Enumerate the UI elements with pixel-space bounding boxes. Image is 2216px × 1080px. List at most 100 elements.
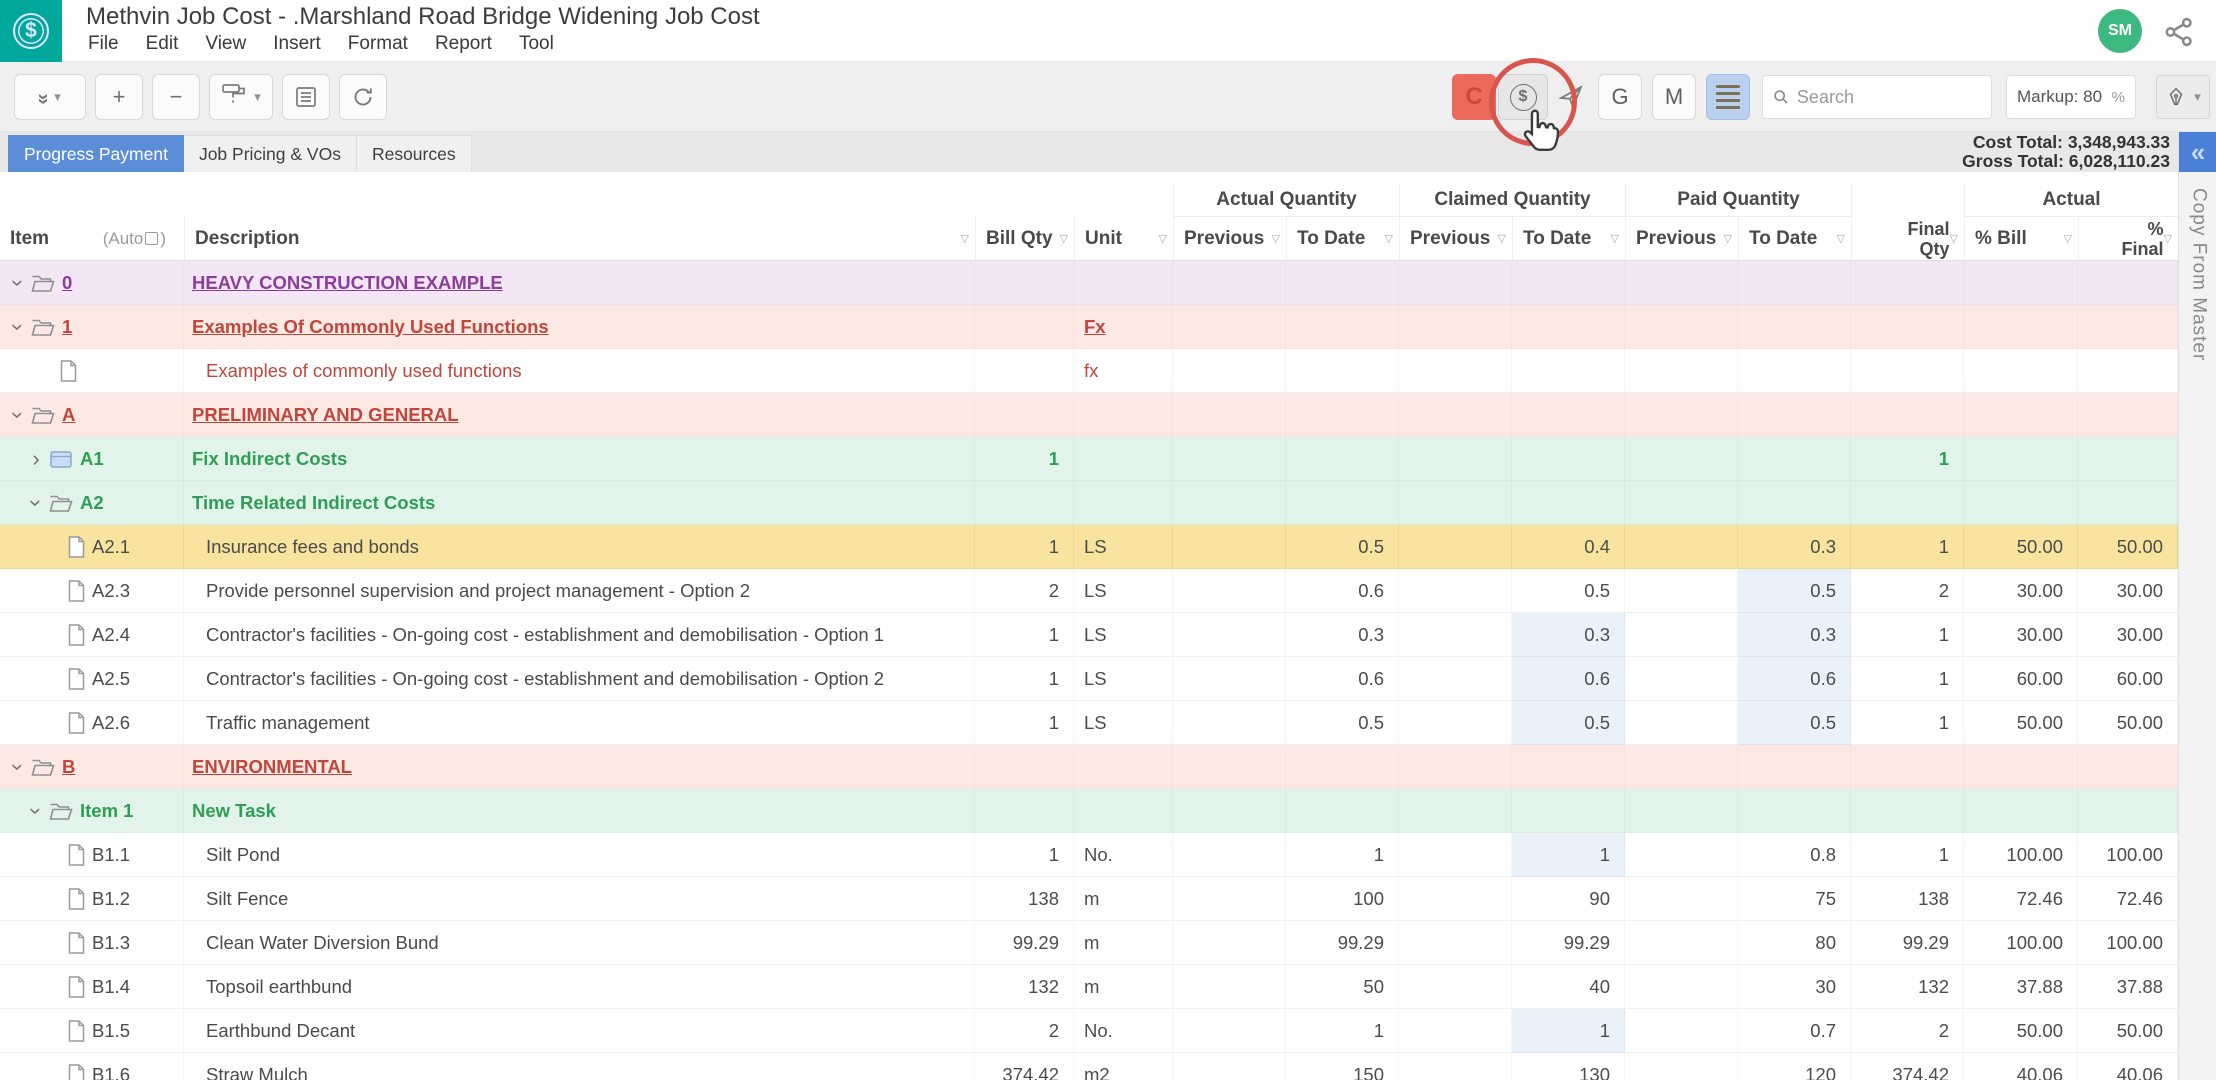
table-row[interactable]: B1.3 Clean Water Diversion Bund 99.29 m 99.2… [0,921,2178,965]
cell-paid-to-date[interactable] [1738,393,1851,437]
cell-claimed-previous[interactable] [1399,1009,1512,1053]
cell-paid-to-date[interactable]: 80 [1738,921,1851,965]
cell-actual-previous[interactable] [1173,1009,1286,1053]
cell-item[interactable] [0,349,184,393]
cell-actual-to-date[interactable] [1286,393,1399,437]
cell-paid-previous[interactable] [1625,657,1738,701]
cell-final-qty[interactable]: 99.29 [1851,921,1964,965]
cell-pct-final[interactable]: 50.00 [2078,1009,2178,1053]
cell-pct-final[interactable] [2078,261,2178,305]
column-header-pct-final[interactable]: % Final ▽ [2078,217,2178,260]
filter-icon[interactable]: ▽ [1837,232,1845,245]
column-header-final-qty[interactable]: Final Qty ▽ [1851,217,1964,260]
cell-actual-previous[interactable] [1173,525,1286,569]
cell-description[interactable]: Insurance fees and bonds [184,525,975,569]
cell-final-qty[interactable]: 374.42 [1851,1053,1964,1080]
cell-pct-bill[interactable] [1964,745,2078,789]
cell-claimed-to-date[interactable]: 90 [1512,877,1625,921]
cell-actual-previous[interactable] [1173,789,1286,833]
cell-description[interactable]: Clean Water Diversion Bund [184,921,975,965]
menu-edit[interactable]: Edit [146,33,179,55]
item-details-button[interactable] [282,74,330,120]
cell-final-qty[interactable]: 1 [1851,613,1964,657]
cell-claimed-to-date[interactable]: 0.5 [1512,569,1625,613]
column-header-item[interactable]: Item (Auto) [0,217,184,260]
table-row[interactable]: A2.3 Provide personnel supervision and pr… [0,569,2178,613]
cell-pct-final[interactable]: 40.06 [2078,1053,2178,1080]
cell-paid-previous[interactable] [1625,1053,1738,1080]
cell-claimed-previous[interactable] [1399,657,1512,701]
table-row[interactable]: A2.5 Contractor's facilities - On-going c… [0,657,2178,701]
cell-pct-bill[interactable] [1964,481,2078,525]
cell-bill-qty[interactable]: 374.42 [975,1053,1074,1080]
copy-from-master-panel[interactable]: « Copy From Master [2178,132,2216,1080]
cell-description[interactable]: Contractor's facilities - On-going cost … [184,613,975,657]
cell-pct-final[interactable] [2078,305,2178,349]
cell-actual-to-date[interactable]: 99.29 [1286,921,1399,965]
cell-actual-previous[interactable] [1173,481,1286,525]
cell-actual-to-date[interactable]: 1 [1286,833,1399,877]
cell-final-qty[interactable] [1851,789,1964,833]
auto-checkbox[interactable] [145,232,159,245]
expand-chevron-icon[interactable]: › [26,446,46,472]
cell-claimed-previous[interactable] [1399,745,1512,789]
cell-item[interactable]: B1.1 [0,833,184,877]
cell-final-qty[interactable]: 1 [1851,525,1964,569]
cell-claimed-to-date[interactable] [1512,305,1625,349]
remove-row-button[interactable]: − [152,74,200,120]
cell-actual-previous[interactable] [1173,437,1286,481]
table-row[interactable]: B1.5 Earthbund Decant 2 No. 1 1 0.7 2 50.00 50.00 [0,1009,2178,1053]
collapse-chevron-icon[interactable]: › [5,405,31,425]
cell-description[interactable]: Straw Mulch [184,1053,975,1080]
cell-actual-to-date[interactable]: 0.5 [1286,525,1399,569]
table-row[interactable]: A2.6 Traffic management 1 LS 0.5 0.5 0.5 1 50.00… [0,701,2178,745]
cell-final-qty[interactable]: 132 [1851,965,1964,1009]
cell-item[interactable]: B1.5 [0,1009,184,1053]
collapse-chevron-icon[interactable]: › [5,273,31,293]
cell-item[interactable]: A2.6 [0,701,184,745]
column-header-claimed-to-date[interactable]: To Date ▽ [1512,217,1625,260]
cell-claimed-to-date[interactable] [1512,437,1625,481]
cell-bill-qty[interactable]: 1 [975,657,1074,701]
cell-actual-to-date[interactable]: 0.5 [1286,701,1399,745]
table-row[interactable]: A2.4 Contractor's facilities - On-going c… [0,613,2178,657]
cell-claimed-previous[interactable] [1399,261,1512,305]
cell-pct-bill[interactable]: 50.00 [1964,525,2078,569]
filter-icon[interactable]: ▽ [1272,232,1280,245]
cell-bill-qty[interactable] [975,481,1074,525]
collapse-chevron-icon[interactable]: › [23,493,49,513]
cell-item[interactable]: A2.1 [0,525,184,569]
line-view-button[interactable] [1706,74,1750,120]
cell-unit[interactable]: m [1074,965,1173,1009]
cell-paid-to-date[interactable]: 30 [1738,965,1851,1009]
cell-description[interactable]: Fix Indirect Costs [184,437,975,481]
tab-resources[interactable]: Resources [356,135,472,172]
cell-claimed-previous[interactable] [1399,833,1512,877]
cell-description[interactable]: New Task [184,789,975,833]
cell-item[interactable]: B1.4 [0,965,184,1009]
table-row[interactable]: › B ENVIRONMENTAL [0,745,2178,789]
cell-item[interactable]: › A [0,393,184,437]
filter-icon[interactable]: ▽ [1159,232,1167,245]
cell-pct-final[interactable]: 30.00 [2078,613,2178,657]
cell-pct-bill[interactable] [1964,261,2078,305]
cell-actual-to-date[interactable] [1286,745,1399,789]
cell-final-qty[interactable] [1851,349,1964,393]
cell-claimed-previous[interactable] [1399,437,1512,481]
cell-final-qty[interactable] [1851,745,1964,789]
cell-pct-bill[interactable]: 37.88 [1964,965,2078,1009]
filter-icon[interactable]: ▽ [1498,232,1506,245]
cell-unit[interactable] [1074,437,1173,481]
cell-unit[interactable]: LS [1074,525,1173,569]
cell-bill-qty[interactable]: 1 [975,437,1074,481]
cell-item[interactable]: › 0 [0,261,184,305]
cell-bill-qty[interactable] [975,789,1074,833]
cell-description[interactable]: ENVIRONMENTAL [184,745,975,789]
cell-actual-previous[interactable] [1173,701,1286,745]
cell-actual-previous[interactable] [1173,1053,1286,1080]
cell-pct-final[interactable]: 60.00 [2078,657,2178,701]
cell-pct-final[interactable]: 30.00 [2078,569,2178,613]
filter-icon[interactable]: ▽ [1060,232,1068,245]
cell-claimed-previous[interactable] [1399,789,1512,833]
tab-job-pricing-vos[interactable]: Job Pricing & VOs [183,135,357,172]
